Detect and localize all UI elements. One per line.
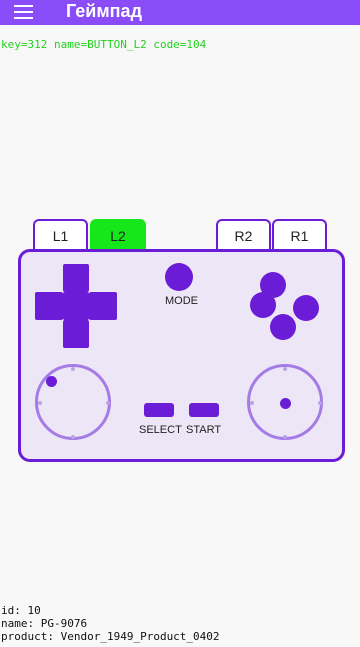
device-name: name: PG-9076 xyxy=(1,617,88,630)
key-event-readout: key=312 name=BUTTON_L2 code=104 xyxy=(1,38,207,51)
stick-tick xyxy=(106,401,110,405)
left-stick[interactable] xyxy=(35,364,111,440)
action-button-left[interactable] xyxy=(250,292,276,318)
stick-tick xyxy=(38,401,42,405)
device-id: id: 10 xyxy=(1,604,41,617)
select-label: SELECT xyxy=(139,424,182,436)
stick-tick xyxy=(250,401,254,405)
right-stick-knob xyxy=(280,398,291,409)
start-button[interactable] xyxy=(189,403,219,417)
dpad-left[interactable] xyxy=(35,292,63,320)
left-stick-knob xyxy=(46,376,57,387)
dpad-right[interactable] xyxy=(89,292,117,320)
app-bar: Геймпад xyxy=(0,0,360,25)
gamepad: L1 L2 R2 R1 MODE SELECT START xyxy=(18,219,345,462)
l2-button[interactable]: L2 xyxy=(90,219,146,249)
stick-tick xyxy=(318,401,322,405)
start-label: START xyxy=(186,424,222,436)
select-button[interactable] xyxy=(144,403,174,417)
menu-line xyxy=(14,5,33,7)
l1-button[interactable]: L1 xyxy=(33,219,88,249)
action-button-right[interactable] xyxy=(293,295,319,321)
stick-tick xyxy=(71,367,75,371)
stick-tick xyxy=(283,367,287,371)
r1-button[interactable]: R1 xyxy=(272,219,327,249)
dpad-up[interactable] xyxy=(63,264,89,292)
dpad-center xyxy=(63,292,89,320)
menu-line xyxy=(14,11,33,13)
stick-tick xyxy=(283,435,287,439)
device-product: product: Vendor_1949_Product_0402 xyxy=(1,630,220,643)
device-info: id: 10 name: PG-9076 product: Vendor_194… xyxy=(1,604,220,643)
stick-tick xyxy=(71,435,75,439)
dpad-down[interactable] xyxy=(63,320,89,348)
app-title: Геймпад xyxy=(66,1,142,21)
menu-line xyxy=(14,17,33,19)
r2-button[interactable]: R2 xyxy=(216,219,271,249)
action-button-bottom[interactable] xyxy=(270,314,296,340)
hamburger-menu-icon[interactable] xyxy=(14,5,33,19)
gamepad-body: MODE SELECT START xyxy=(18,249,345,462)
mode-label: MODE xyxy=(165,295,198,307)
mode-button[interactable] xyxy=(165,263,193,291)
